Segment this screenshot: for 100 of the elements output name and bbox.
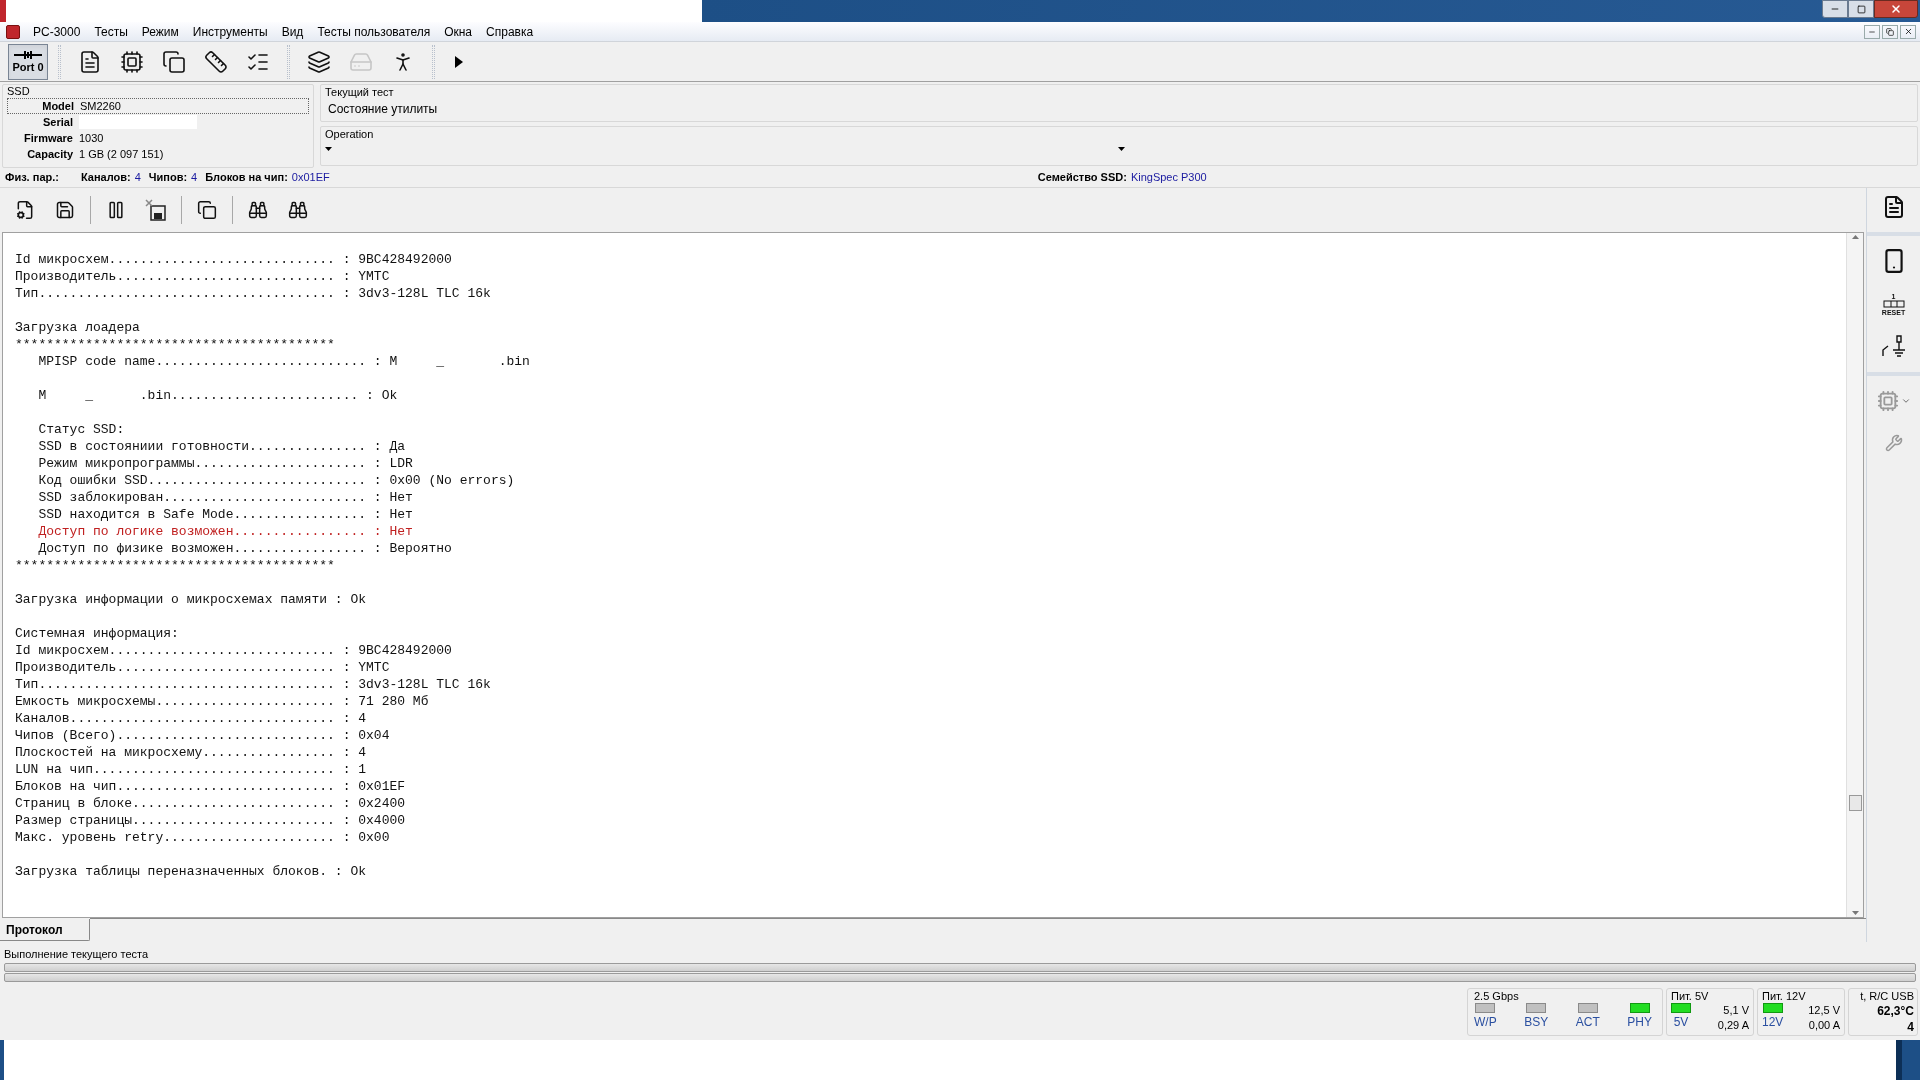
log-line: Доступ по логике возможен................. : Нет xyxy=(37,523,413,540)
close-button[interactable] xyxy=(1874,0,1918,18)
log-line: Плоскостей на микросхему................. : 4 xyxy=(15,744,367,761)
menu-item[interactable]: Тесты пользователя xyxy=(310,22,438,41)
maximize-button[interactable] xyxy=(1848,0,1874,18)
dropdown-arrow-icon xyxy=(325,147,332,151)
field-label: Serial xyxy=(42,114,74,130)
group-title: Пит. 12V xyxy=(1762,989,1807,1003)
restore-icon xyxy=(1886,27,1894,36)
current-value: 0,29 A xyxy=(1717,1018,1749,1033)
log-line: Режим микропрограммы...................... : LDR xyxy=(37,455,413,472)
close-icon xyxy=(1903,27,1913,36)
menu-item[interactable]: PC-3000 xyxy=(26,22,88,41)
triangle-icon xyxy=(455,55,463,68)
log-line: M _ .bin........................ : Ok xyxy=(37,387,398,404)
log-line: MPISP code name........................... : M _ .bin xyxy=(37,353,530,370)
family-value: KingSpec P300 xyxy=(1130,170,1207,186)
log-line: Статус SSD: xyxy=(37,421,125,438)
scroll-up-icon xyxy=(1851,235,1859,239)
led-label: ACT xyxy=(1575,1014,1600,1031)
log-line: Код ошибки SSD............................ : 0x00 (No errors) xyxy=(37,472,515,489)
connector-icon xyxy=(13,50,43,60)
log-line: Тип...................................... : 3dv3-128L TLC 16k xyxy=(15,676,491,693)
voltage-value: 12,5 V xyxy=(1808,1003,1840,1018)
menu-item[interactable]: Инструменты xyxy=(185,22,275,41)
field-value: 1030 xyxy=(79,130,104,146)
param-label: Каналов: xyxy=(80,170,131,186)
log-line: LUN на чип............................... : 1 xyxy=(15,761,367,778)
panel-title: Operation xyxy=(325,127,375,141)
log-line: Загрузка лоадера xyxy=(15,319,140,336)
pause-icon xyxy=(106,200,126,220)
current-value: 0,00 A xyxy=(1808,1018,1840,1033)
progress-label: Выполнение текущего теста xyxy=(4,947,150,962)
tab[interactable]: Протокол xyxy=(0,919,90,941)
group-title: t, R/C USB xyxy=(1860,989,1914,1003)
switch-block-icon xyxy=(1882,299,1905,308)
app-icon xyxy=(0,0,6,22)
led-label: 12V xyxy=(1762,1014,1784,1031)
caret-icon xyxy=(1900,396,1911,406)
log-line: Блоков на чип............................ : 0x01EF xyxy=(15,778,406,795)
usb-value: 4 xyxy=(1907,1020,1914,1034)
param-value: 0x01EF xyxy=(291,170,330,186)
log-line: SSD в состояниии готовности............... : Да xyxy=(37,438,406,455)
group-title: 2.5 Gbps xyxy=(1474,989,1520,1003)
menu-item[interactable]: Справка xyxy=(479,22,541,41)
close-icon xyxy=(1890,3,1902,15)
log-line: Страниц в блоке.......................... : 0x2400 xyxy=(15,795,406,812)
scroll-thumb[interactable] xyxy=(1848,795,1862,811)
power-switch-icon xyxy=(1880,334,1907,360)
param-value: 4 xyxy=(191,170,198,186)
tools-icon xyxy=(1884,434,1903,452)
mdi-close-button[interactable] xyxy=(1900,24,1916,39)
log-line: Каналов.................................. : 4 xyxy=(15,710,367,727)
group-title: Пит. 5V xyxy=(1671,989,1710,1003)
app-logo-icon xyxy=(6,24,20,39)
log-line: ***************************************** xyxy=(15,336,335,353)
family-label: Семейство SSD: xyxy=(1037,170,1127,186)
menu-item[interactable]: Окна xyxy=(437,22,480,41)
binoculars-icon xyxy=(288,200,308,220)
param-label: Блоков на чип: xyxy=(205,170,288,186)
copy-icon xyxy=(197,200,217,220)
log-line: Макс. уровень retry...................... : 0x00 xyxy=(15,829,390,846)
menu-item[interactable]: Тесты xyxy=(87,22,135,41)
log-line: Производитель............................ : YMTC xyxy=(15,268,390,285)
log-line: SSD заблокирован.......................... : Нет xyxy=(37,489,413,506)
menu-item[interactable]: Вид xyxy=(274,22,311,41)
panel-title: SSD xyxy=(7,85,31,98)
field-label: Firmware xyxy=(23,130,74,146)
led-label: W/P xyxy=(1474,1014,1497,1031)
scrollbar[interactable] xyxy=(1846,233,1863,917)
panel-title: Текущий тест xyxy=(325,85,395,99)
temperature-value: 62,3°C xyxy=(1877,1003,1914,1020)
field-label: Model xyxy=(41,98,75,114)
dropdown-arrow-icon xyxy=(1118,147,1125,151)
field-value: 1 GB (2 097 151) xyxy=(79,146,164,162)
file-gear-icon xyxy=(15,200,35,220)
log-line: ***************************************** xyxy=(15,557,335,574)
phys-label: Физ. пар.: xyxy=(5,170,59,186)
log-line: SSD находится в Safe Mode................. : Нет xyxy=(37,506,413,523)
minimize-button[interactable] xyxy=(1822,0,1848,18)
taskbar-edge xyxy=(0,1040,4,1080)
disk-cross-icon xyxy=(145,199,167,221)
log-line: Id микросхем............................. : 9BC428492000 xyxy=(15,642,452,659)
menu-item[interactable]: Режим xyxy=(134,22,186,41)
scroll-down-icon xyxy=(1851,911,1859,915)
chip-icon xyxy=(1876,390,1899,412)
mdi-restore-button[interactable] xyxy=(1882,24,1898,39)
log-line: Чипов (Всего)............................ : 0x04 xyxy=(15,727,390,744)
pages-icon xyxy=(162,49,186,74)
field-value: SM2260 xyxy=(80,98,121,114)
log-line: Размер страницы.......................... : 0x4000 xyxy=(15,812,406,829)
port-button[interactable]: Port 0 xyxy=(8,43,48,80)
param-label: Чипов: xyxy=(148,170,188,186)
log-line: Id микросхем............................. : 9BC428492000 xyxy=(15,251,452,268)
log-line: Производитель............................ : YMTC xyxy=(15,659,390,676)
field-label: Capacity xyxy=(26,146,74,162)
search-icon xyxy=(248,200,268,220)
log-line: Емкость микросхемы....................... : 71 280 Мб xyxy=(15,693,429,710)
led-label: BSY xyxy=(1524,1014,1549,1031)
maximize-icon xyxy=(1856,4,1866,14)
